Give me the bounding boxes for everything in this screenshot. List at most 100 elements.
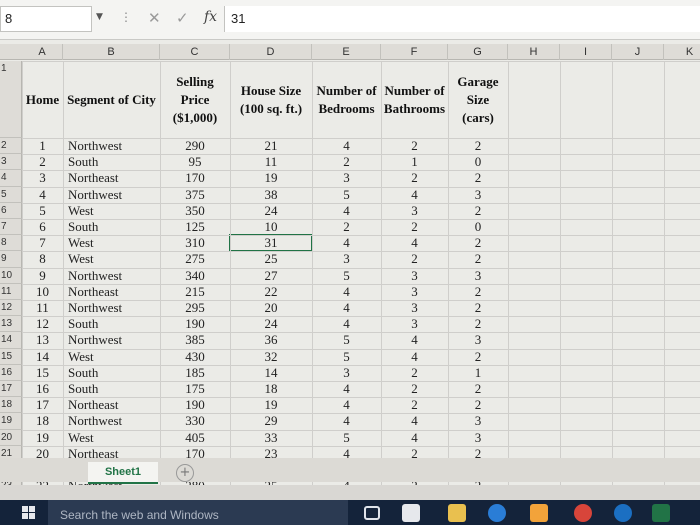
column-header-f[interactable]: F xyxy=(381,44,448,60)
table-cell[interactable]: 3 xyxy=(448,268,508,284)
row-header[interactable]: 10 xyxy=(0,267,22,284)
table-cell[interactable]: 2 xyxy=(448,300,508,316)
table-cell[interactable]: Northeast xyxy=(68,397,160,413)
table-cell[interactable]: 5 xyxy=(312,268,381,284)
table-cell[interactable]: 4 xyxy=(381,332,448,348)
table-cell[interactable]: 0 xyxy=(448,154,508,170)
row-header[interactable]: 11 xyxy=(0,283,22,300)
table-cell[interactable]: 2 xyxy=(448,316,508,332)
table-cell[interactable]: 4 xyxy=(312,235,381,251)
table-cell[interactable]: South xyxy=(68,154,160,170)
row-header[interactable]: 16 xyxy=(0,364,22,381)
table-cell[interactable]: South xyxy=(68,381,160,397)
table-cell[interactable]: 6 xyxy=(22,219,63,235)
table-cell[interactable]: 10 xyxy=(22,284,63,300)
table-cell[interactable]: 4 xyxy=(312,203,381,219)
table-cell[interactable]: 18 xyxy=(22,413,63,429)
row-header[interactable]: 6 xyxy=(0,202,22,219)
table-cell[interactable]: 19 xyxy=(22,430,63,446)
table-cell[interactable]: 19 xyxy=(230,397,312,413)
table-cell[interactable]: 3 xyxy=(448,430,508,446)
row-header[interactable]: 8 xyxy=(0,235,22,252)
table-cell[interactable]: 3 xyxy=(312,170,381,186)
table-cell[interactable]: South xyxy=(68,365,160,381)
row-header[interactable]: 7 xyxy=(0,219,22,236)
table-cell[interactable]: West xyxy=(68,203,160,219)
add-sheet-button[interactable]: + xyxy=(176,464,194,482)
table-cell[interactable]: 4 xyxy=(312,300,381,316)
column-header-i[interactable]: I xyxy=(560,44,612,60)
table-cell[interactable]: 27 xyxy=(230,268,312,284)
table-cell[interactable]: 95 xyxy=(160,154,230,170)
cancel-icon[interactable]: ✕ xyxy=(148,9,161,27)
row-header[interactable]: 9 xyxy=(0,251,22,268)
table-cell[interactable]: 4 xyxy=(381,413,448,429)
table-cell[interactable]: 19 xyxy=(230,170,312,186)
amazon-icon[interactable] xyxy=(530,504,548,522)
row-header[interactable]: 1 xyxy=(0,61,22,138)
table-cell[interactable]: 24 xyxy=(230,316,312,332)
table-cell[interactable]: 350 xyxy=(160,203,230,219)
table-cell[interactable]: 21 xyxy=(230,138,312,154)
table-cell[interactable]: 2 xyxy=(381,381,448,397)
task-view-icon[interactable] xyxy=(364,506,380,520)
media-player-icon[interactable] xyxy=(614,504,632,522)
column-header-g[interactable]: G xyxy=(448,44,508,60)
table-cell[interactable]: 33 xyxy=(230,430,312,446)
column-header-h[interactable]: H xyxy=(508,44,560,60)
table-cell[interactable]: 125 xyxy=(160,219,230,235)
table-cell[interactable]: 1 xyxy=(448,365,508,381)
table-cell[interactable]: 20 xyxy=(230,300,312,316)
table-cell[interactable]: 175 xyxy=(160,381,230,397)
table-cell[interactable]: 25 xyxy=(230,251,312,267)
chrome-icon[interactable] xyxy=(574,504,592,522)
enter-icon[interactable]: ✓ xyxy=(176,9,189,27)
table-cell[interactable]: 2 xyxy=(381,251,448,267)
table-cell[interactable]: 3 xyxy=(381,268,448,284)
table-cell[interactable]: 5 xyxy=(312,349,381,365)
column-header-c[interactable]: C xyxy=(160,44,230,60)
chevron-down-icon[interactable]: ▼ xyxy=(96,12,103,22)
table-cell[interactable]: 2 xyxy=(448,235,508,251)
table-cell[interactable]: 36 xyxy=(230,332,312,348)
row-header[interactable]: 5 xyxy=(0,186,22,203)
table-cell[interactable]: 190 xyxy=(160,316,230,332)
table-cell[interactable]: 2 xyxy=(381,365,448,381)
table-cell[interactable]: 310 xyxy=(160,235,230,251)
more-options-icon[interactable]: ⋮ xyxy=(120,10,132,24)
table-cell[interactable]: 14 xyxy=(230,365,312,381)
table-cell[interactable]: 4 xyxy=(312,138,381,154)
table-cell[interactable]: 3 xyxy=(448,413,508,429)
table-cell[interactable]: 5 xyxy=(312,187,381,203)
row-header[interactable]: 17 xyxy=(0,381,22,398)
row-header[interactable]: 20 xyxy=(0,429,22,446)
table-cell[interactable]: Northeast xyxy=(68,284,160,300)
table-cell[interactable]: 2 xyxy=(448,251,508,267)
tab-sheet1[interactable]: Sheet1 xyxy=(88,462,158,484)
insert-function-icon[interactable]: fx xyxy=(204,9,217,25)
table-cell[interactable]: 385 xyxy=(160,332,230,348)
table-cell[interactable]: 2 xyxy=(381,397,448,413)
table-cell[interactable]: 275 xyxy=(160,251,230,267)
table-cell[interactable]: 15 xyxy=(22,365,63,381)
taskbar-search-box[interactable]: Search the web and Windows xyxy=(48,500,348,525)
table-cell[interactable]: 5 xyxy=(312,332,381,348)
row-header[interactable]: 15 xyxy=(0,348,22,365)
table-cell[interactable]: 215 xyxy=(160,284,230,300)
table-cell[interactable]: 5 xyxy=(312,430,381,446)
table-cell[interactable]: 38 xyxy=(230,187,312,203)
table-cell[interactable]: South xyxy=(68,219,160,235)
table-cell[interactable]: Northwest xyxy=(68,300,160,316)
table-cell[interactable]: 4 xyxy=(381,235,448,251)
table-cell[interactable]: 2 xyxy=(312,219,381,235)
table-cell[interactable]: 4 xyxy=(381,349,448,365)
row-header[interactable]: 2 xyxy=(0,138,22,155)
table-cell[interactable]: 330 xyxy=(160,413,230,429)
table-cell[interactable]: 12 xyxy=(22,316,63,332)
table-cell[interactable]: Northwest xyxy=(68,187,160,203)
table-cell[interactable]: 4 xyxy=(381,430,448,446)
table-cell[interactable]: 3 xyxy=(22,170,63,186)
table-cell[interactable]: 8 xyxy=(22,251,63,267)
table-cell[interactable]: 0 xyxy=(448,219,508,235)
table-cell[interactable]: 4 xyxy=(312,284,381,300)
